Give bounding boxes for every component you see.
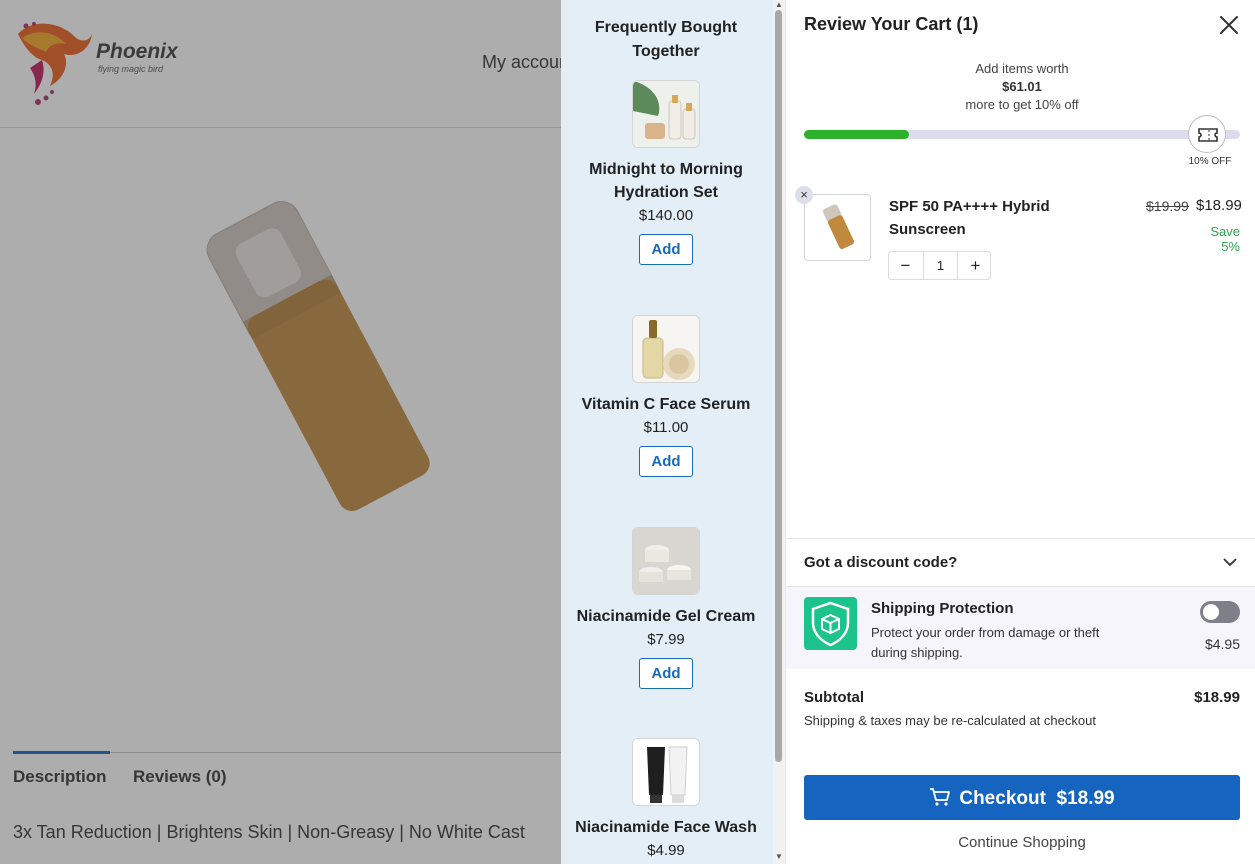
- cart-title: Review Your Cart (1): [804, 14, 979, 34]
- upsell-item-price: $11.00: [643, 419, 689, 436]
- continue-shopping-link[interactable]: Continue Shopping: [786, 834, 1255, 851]
- increase-quantity-button[interactable]: +: [959, 252, 992, 279]
- cart-drawer: Review Your Cart (1) Add items worth $61…: [786, 0, 1255, 864]
- subtotal-value: $18.99: [1194, 689, 1240, 706]
- upsell-item: Niacinamide Face Wash $4.99: [561, 738, 771, 859]
- shopping-cart-icon: [930, 788, 951, 806]
- item-price: $18.99: [1196, 197, 1242, 214]
- discount-code-toggle[interactable]: Got a discount code?: [786, 538, 1255, 587]
- scroll-down-arrow-icon[interactable]: ▼: [775, 852, 783, 861]
- serum-bottle-icon[interactable]: [632, 315, 700, 383]
- skincare-set-icon[interactable]: [632, 80, 700, 148]
- shipping-protection-description: Protect your order from damage or theft …: [871, 625, 1100, 660]
- milestone-label: 10% OFF: [1188, 156, 1232, 167]
- shipping-protection: Shipping Protection Protect your order f…: [786, 587, 1255, 669]
- upsell-item-name: Niacinamide Gel Cream: [576, 608, 756, 625]
- upsell-item-name: Niacinamide Face Wash: [575, 819, 757, 836]
- free-discount-message: Add items worth $61.01 more to get 10% o…: [786, 60, 1255, 114]
- quantity-input[interactable]: 1: [923, 252, 958, 279]
- toggle-knob: [1203, 604, 1219, 620]
- upsell-item: Niacinamide Gel Cream $7.99 Add: [561, 527, 771, 689]
- discount-label: Got a discount code?: [804, 554, 958, 571]
- upsell-title-line2: Together: [632, 43, 700, 60]
- close-cart-button[interactable]: [1218, 14, 1240, 36]
- scrollbar-thumb[interactable]: [775, 10, 782, 762]
- progress-line3: more to get 10% off: [965, 97, 1079, 112]
- discount-progress-bar: [804, 130, 1240, 139]
- close-icon: [1220, 16, 1238, 34]
- item-savings: Save 5%: [1210, 224, 1240, 254]
- item-original-price: $19.99: [1146, 198, 1189, 214]
- progress-line1: Add items worth: [975, 61, 1069, 76]
- checkout-label: Checkout: [959, 788, 1046, 809]
- cart-line-item: × SPF 50 PA++++ Hybrid Sunscreen $19.99 …: [795, 186, 1242, 284]
- quantity-stepper: − 1 +: [888, 251, 991, 280]
- checkout-button[interactable]: Checkout $18.99: [804, 775, 1240, 820]
- subtotal-label: Subtotal: [804, 689, 864, 706]
- sunscreen-thumbnail-icon[interactable]: [804, 194, 871, 261]
- scroll-up-arrow-icon[interactable]: ▲: [775, 0, 783, 9]
- cream-jars-icon[interactable]: [632, 527, 700, 595]
- upsell-item: Vitamin C Face Serum $11.00 Add: [561, 315, 771, 477]
- upsell-item: Midnight to Morning Hydration Set $140.0…: [561, 80, 771, 265]
- add-button[interactable]: Add: [639, 658, 693, 689]
- progress-amount: $61.01: [1002, 79, 1042, 94]
- upsell-item-price: $140.00: [638, 207, 694, 224]
- checkout-amount: $18.99: [1056, 788, 1115, 809]
- upsell-item-price: $7.99: [647, 631, 685, 648]
- remove-item-button[interactable]: ×: [795, 186, 813, 204]
- upsell-item-name: Vitamin C Face Serum: [581, 396, 751, 413]
- face-wash-tubes-icon[interactable]: [632, 738, 700, 806]
- shipping-protection-title: Shipping Protection: [871, 600, 1014, 617]
- upsell-item-price: $4.99: [647, 842, 685, 859]
- shipping-protection-price: $4.95: [1204, 636, 1240, 652]
- upsell-item-name: Midnight to Morning Hydration Set: [589, 161, 743, 201]
- milestone-badge: [1188, 115, 1226, 153]
- chevron-down-icon: [1223, 558, 1237, 567]
- progress-fill: [804, 130, 909, 139]
- add-button[interactable]: Add: [639, 234, 693, 265]
- subtotal-note: Shipping & taxes may be re-calculated at…: [804, 713, 1096, 728]
- upsell-scrollbar[interactable]: ▲ ▼: [773, 0, 785, 864]
- decrease-quantity-button[interactable]: −: [889, 252, 922, 279]
- shield-icon: [804, 597, 857, 650]
- upsell-title: Frequently Bought Together: [561, 16, 771, 64]
- frequently-bought-panel: Frequently Bought Together Midnight to M…: [561, 0, 786, 864]
- ticket-icon: [1198, 128, 1218, 142]
- item-name[interactable]: SPF 50 PA++++ Hybrid Sunscreen: [889, 195, 1089, 241]
- upsell-title-line1: Frequently Bought: [594, 19, 738, 36]
- shipping-protection-toggle[interactable]: [1200, 601, 1240, 623]
- add-button[interactable]: Add: [639, 446, 693, 477]
